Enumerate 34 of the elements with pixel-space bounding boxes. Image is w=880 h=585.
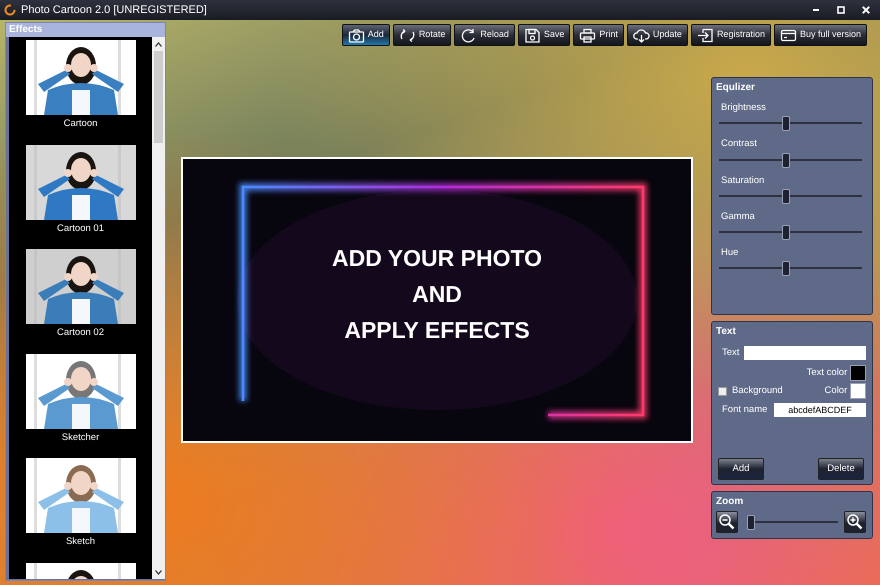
effect-label: Cartoon 02: [56, 326, 104, 340]
panel-button[interactable]: Add: [718, 458, 764, 480]
field-label: Font name: [722, 403, 768, 418]
toolbar-button[interactable]: Save: [518, 24, 570, 46]
slider-label: Contrast: [721, 137, 758, 152]
effect-label: Sketch: [66, 535, 96, 549]
slider-label: Saturation: [721, 174, 766, 188]
toolbar-button[interactable]: Rotate: [392, 24, 452, 46]
toolbar-button[interactable]: Buy full version: [774, 24, 867, 46]
toolbar-button[interactable]: Print: [573, 24, 624, 46]
preview-text: AND: [412, 281, 462, 307]
font-field[interactable]: abcdefABCDEF: [774, 403, 866, 418]
toolbar-button[interactable]: Reload: [454, 24, 515, 46]
slider-label: Gamma: [721, 210, 756, 224]
panel-title: Equlizer: [716, 81, 756, 95]
field-label: Text color: [806, 366, 848, 380]
panel-button[interactable]: Delete: [818, 458, 864, 480]
slider-label: Brightness: [721, 101, 767, 115]
panel-title: Effects: [6, 23, 165, 37]
panel-title: Text: [716, 325, 737, 339]
field-label: Color: [824, 384, 848, 398]
toolbar-button[interactable]: Update: [626, 24, 688, 46]
preview-text: ADD YOUR PHOTO: [332, 245, 542, 271]
slider-label: Hue: [721, 246, 740, 260]
effect-label: Cartoon: [64, 117, 98, 131]
checkbox-label: Background: [732, 384, 783, 398]
field-label: Text: [722, 346, 740, 360]
preview-text: APPLY EFFECTS: [344, 317, 530, 343]
toolbar-button[interactable]: Add: [342, 24, 390, 46]
toolbar-button[interactable]: Registration: [690, 24, 771, 46]
effect-label: Cartoon 01: [56, 222, 104, 236]
window-title: Photo Cartoon 2.0 [UNREGISTERED]: [21, 2, 207, 18]
panel-title: Zoom: [716, 495, 744, 509]
effect-label: Sketcher: [62, 430, 100, 444]
